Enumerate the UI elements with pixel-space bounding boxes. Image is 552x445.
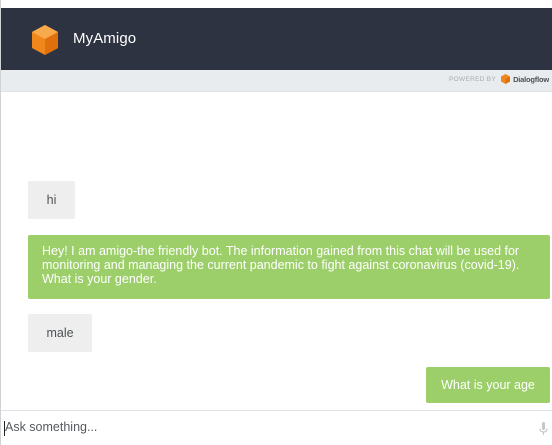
microphone-icon[interactable] xyxy=(539,422,548,436)
dialogflow-brand: Dialogflow xyxy=(513,74,549,84)
input-bar xyxy=(1,410,552,445)
powered-by[interactable]: POWERED BY Dialogflow xyxy=(449,74,549,84)
powered-by-label: POWERED BY xyxy=(449,75,497,83)
user-message: hi xyxy=(28,181,75,219)
app-logo-icon xyxy=(32,25,58,55)
message-list: hi Hey! I am amigo-the friendly bot. The… xyxy=(1,92,552,410)
powered-by-bar: POWERED BY Dialogflow xyxy=(1,70,552,92)
ask-input[interactable] xyxy=(5,420,505,434)
bot-message: What is your age xyxy=(426,367,550,403)
bot-message: Hey! I am amigo-the friendly bot. The in… xyxy=(28,235,550,299)
chat-header: MyAmigo xyxy=(1,8,552,70)
chat-widget: MyAmigo POWERED BY Dialogflow hi Hey! I … xyxy=(0,0,552,445)
user-message: male xyxy=(28,314,92,352)
dialogflow-icon xyxy=(501,74,511,84)
app-title: MyAmigo xyxy=(73,30,137,47)
